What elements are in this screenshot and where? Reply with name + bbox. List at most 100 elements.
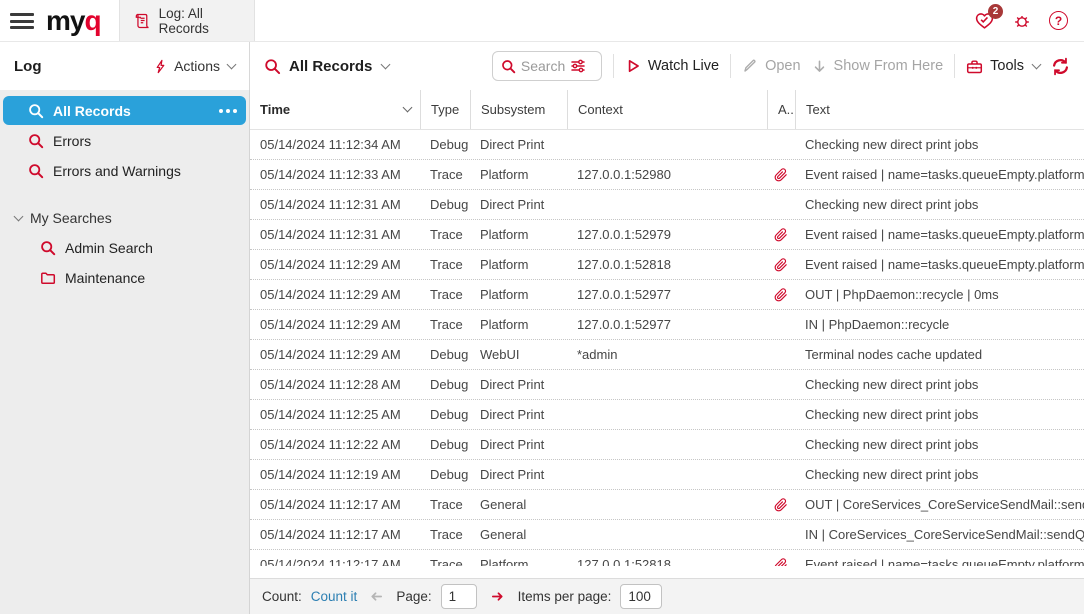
more-icon[interactable] (226, 109, 230, 113)
cell-time: 05/14/2024 11:12:29 AM (250, 347, 420, 362)
cell-text: IN | PhpDaemon::recycle (795, 317, 1084, 332)
column-header-time[interactable]: Time (250, 90, 420, 129)
page-input[interactable] (441, 584, 477, 609)
table-row[interactable]: 05/14/2024 11:12:34 AM Debug Direct Prin… (250, 130, 1084, 160)
sidebar-item-admin-search[interactable]: Admin Search (3, 233, 246, 262)
cell-attachment (767, 318, 795, 332)
chevron-down-icon (227, 59, 237, 69)
table-row[interactable]: 05/14/2024 11:12:29 AM Trace Platform 12… (250, 310, 1084, 340)
show-from-here-button[interactable]: Show From Here (812, 58, 944, 74)
cell-context: 127.0.0.1:52977 (567, 317, 767, 332)
table-row[interactable]: 05/14/2024 11:12:31 AM Debug Direct Prin… (250, 190, 1084, 220)
cell-time: 05/14/2024 11:12:25 AM (250, 407, 420, 422)
column-header-type[interactable]: Type (420, 90, 470, 129)
cell-attachment (767, 198, 795, 212)
filter-sliders-icon[interactable] (570, 58, 586, 74)
cell-subsystem: WebUI (470, 347, 567, 362)
items-per-page-label: Items per page: (518, 589, 612, 604)
table-row[interactable]: 05/14/2024 11:12:28 AM Debug Direct Prin… (250, 370, 1084, 400)
search-icon (28, 133, 44, 149)
table-row[interactable]: 05/14/2024 11:12:17 AM Trace General IN … (250, 520, 1084, 550)
watch-live-button[interactable]: Watch Live (625, 58, 719, 74)
table-row[interactable]: 05/14/2024 11:12:29 AM Trace Platform 12… (250, 280, 1084, 310)
cell-attachment (767, 138, 795, 152)
column-header-attachment[interactable]: A... (767, 90, 795, 129)
refresh-button[interactable] (1051, 57, 1070, 76)
cell-attachment (767, 558, 795, 567)
cell-time: 05/14/2024 11:12:17 AM (250, 557, 420, 566)
cell-context: 127.0.0.1:52977 (567, 287, 767, 302)
cell-type: Trace (420, 557, 470, 566)
logo-text-q: q (84, 7, 100, 35)
cell-type: Debug (420, 467, 470, 482)
cell-type: Debug (420, 137, 470, 152)
cell-text: Checking new direct print jobs (795, 407, 1084, 422)
cell-subsystem: Direct Print (470, 407, 567, 422)
lightning-icon (153, 59, 168, 74)
cell-attachment (767, 378, 795, 392)
debug-button[interactable] (1012, 11, 1032, 31)
cell-attachment (767, 168, 795, 182)
paperclip-icon (774, 288, 788, 302)
table-row[interactable]: 05/14/2024 11:12:19 AM Debug Direct Prin… (250, 460, 1084, 490)
open-button[interactable]: Open (742, 58, 800, 74)
table-row[interactable]: 05/14/2024 11:12:25 AM Debug Direct Prin… (250, 400, 1084, 430)
cell-text: Event raised | name=tasks.queueEmpty.pla… (795, 227, 1084, 242)
cell-context: 127.0.0.1:52818 (567, 257, 767, 272)
table-row[interactable]: 05/14/2024 11:12:17 AM Trace Platform 12… (250, 550, 1084, 566)
sidebar-header: Log Actions (0, 42, 250, 90)
cell-time: 05/14/2024 11:12:33 AM (250, 167, 420, 182)
menu-icon[interactable] (10, 13, 34, 29)
sidebar: All Records Errors Errors and Warnings (0, 90, 250, 614)
table-row[interactable]: 05/14/2024 11:12:29 AM Trace Platform 12… (250, 250, 1084, 280)
count-it-link[interactable]: Count it (311, 589, 358, 604)
help-button[interactable]: ? (1049, 11, 1068, 30)
myq-logo[interactable]: myq (34, 0, 119, 41)
column-header-text[interactable]: Text (795, 90, 1084, 129)
cell-text: Terminal nodes cache updated (795, 347, 1084, 362)
next-page-icon[interactable] (490, 589, 505, 604)
column-header-subsystem[interactable]: Subsystem (470, 90, 567, 129)
sidebar-section-my-searches[interactable]: My Searches (0, 204, 249, 232)
actions-label: Actions (174, 58, 220, 74)
cell-type: Debug (420, 197, 470, 212)
table-row[interactable]: 05/14/2024 11:12:29 AM Debug WebUI *admi… (250, 340, 1084, 370)
prev-page-icon[interactable] (369, 589, 384, 604)
cell-type: Trace (420, 497, 470, 512)
cell-context: 127.0.0.1:52979 (567, 227, 767, 242)
sidebar-item-all-records[interactable]: All Records (3, 96, 246, 125)
paperclip-icon (774, 558, 788, 567)
view-selector[interactable]: All Records (264, 58, 389, 75)
sidebar-item-errors-and-warnings[interactable]: Errors and Warnings (3, 156, 246, 185)
tab-log-all-records[interactable]: Log: All Records (119, 0, 255, 41)
items-per-page-input[interactable] (620, 584, 662, 609)
table-row[interactable]: 05/14/2024 11:12:33 AM Trace Platform 12… (250, 160, 1084, 190)
actions-button[interactable]: Actions (153, 58, 235, 74)
search-input[interactable] (521, 58, 565, 74)
cell-text: Checking new direct print jobs (795, 467, 1084, 482)
health-button[interactable]: 2 (974, 10, 995, 31)
table-row[interactable]: 05/14/2024 11:12:17 AM Trace General OUT… (250, 490, 1084, 520)
sidebar-item-errors[interactable]: Errors (3, 126, 246, 155)
logo-text-my: my (46, 7, 84, 35)
tools-button[interactable]: Tools (966, 58, 1040, 75)
toolbar-row: Log Actions All Records (0, 42, 1084, 90)
cell-context: 127.0.0.1:52818 (567, 557, 767, 566)
cell-text: Checking new direct print jobs (795, 437, 1084, 452)
cell-subsystem: Direct Print (470, 137, 567, 152)
sidebar-item-maintenance[interactable]: Maintenance (3, 263, 246, 292)
table-header: Time Type Subsystem Context A... Text (250, 90, 1084, 130)
refresh-icon (1051, 57, 1070, 76)
cell-text: Checking new direct print jobs (795, 377, 1084, 392)
table-row[interactable]: 05/14/2024 11:12:31 AM Trace Platform 12… (250, 220, 1084, 250)
table-row[interactable]: 05/14/2024 11:12:22 AM Debug Direct Prin… (250, 430, 1084, 460)
pagination-footer: Count: Count it Page: Items per page: (250, 578, 1084, 614)
column-header-context[interactable]: Context (567, 90, 767, 129)
cell-text: Event raised | name=tasks.queueEmpty.pla… (795, 557, 1084, 566)
cell-subsystem: Direct Print (470, 437, 567, 452)
cell-text: OUT | PhpDaemon::recycle | 0ms (795, 287, 1084, 302)
cell-type: Trace (420, 527, 470, 542)
page-label: Page: (396, 589, 431, 604)
paperclip-icon (774, 258, 788, 272)
toolbar-divider (954, 54, 955, 78)
